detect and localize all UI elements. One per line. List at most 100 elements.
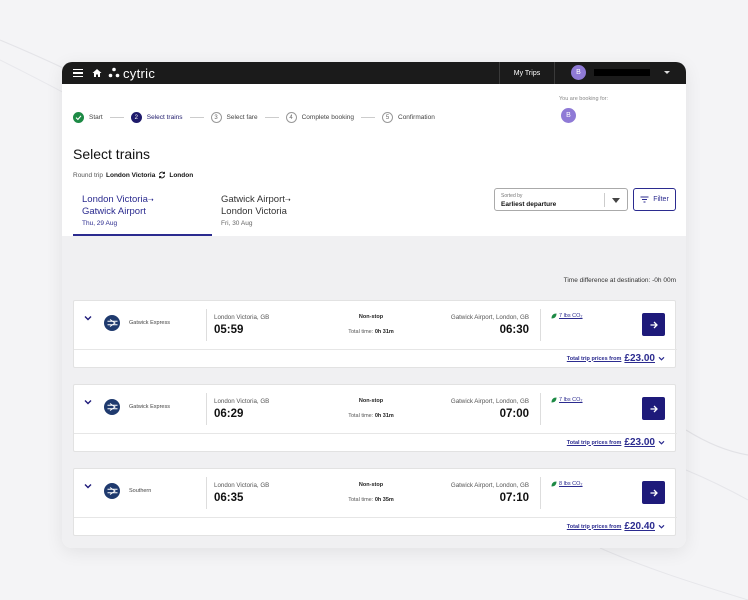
price-toggle[interactable]: Total trip prices from £20.40 [567, 521, 665, 532]
tab-date: Fri, 30 Aug [221, 220, 253, 227]
national-rail-logo-icon [104, 315, 120, 331]
arrival-time: 07:00 [499, 408, 529, 420]
step-number: 3 [210, 112, 222, 123]
arrow-right-icon [650, 321, 658, 328]
step-divider [264, 117, 279, 118]
chevron-down-icon [658, 440, 665, 445]
arrival-station: Gatwick Airport, London, GB [450, 314, 529, 321]
sort-label: Sorted by [501, 193, 523, 199]
divider [604, 193, 605, 207]
price: £23.00 [624, 353, 655, 364]
operator-name: Gatwick Express [129, 320, 170, 326]
step-start[interactable]: Start [73, 112, 103, 123]
co2-emissions[interactable]: 8 lbs CO₂ [551, 481, 583, 487]
step-select-trains[interactable]: 2 Select trains [130, 112, 183, 123]
co2-value: 8 lbs CO₂ [559, 481, 583, 487]
top-navigation-bar: cytric My Trips B [62, 62, 686, 84]
trip-destination: London [169, 171, 194, 179]
price: £23.00 [624, 437, 655, 448]
booking-stepper: Start 2 Select trains 3 Select fare 4 Co… [73, 112, 435, 123]
avatar: B [571, 65, 586, 80]
tab-return[interactable]: Gatwick Airport➝ London Victoria Fri, 30… [221, 194, 291, 229]
step-number: 4 [285, 112, 297, 123]
divider [206, 393, 207, 425]
co2-emissions[interactable]: 7 lbs CO₂ [551, 397, 583, 403]
leaf-icon [551, 397, 557, 403]
price: £20.40 [624, 521, 655, 532]
expand-chevron-icon[interactable] [84, 314, 92, 322]
train-summary: Gatwick Express London Victoria, GB 06:2… [74, 385, 677, 434]
train-result-card: Gatwick Express London Victoria, GB 06:2… [73, 384, 677, 452]
national-rail-logo-icon [104, 483, 120, 499]
booking-for-label: You are booking for: [559, 96, 609, 102]
round-trip-icon [159, 171, 166, 179]
arrow-right-icon: ➝ [284, 197, 291, 204]
sort-value: Earliest departure [501, 201, 557, 208]
total-time-label: Total time: [348, 329, 374, 335]
my-trips-link[interactable]: My Trips [499, 62, 555, 84]
tab-outbound[interactable]: London Victoria➝ Gatwick Airport Thu, 29… [82, 194, 154, 229]
tab-date: Thu, 29 Aug [82, 220, 118, 227]
step-divider [109, 117, 124, 118]
filter-button[interactable]: Filter [633, 188, 676, 211]
price-toggle[interactable]: Total trip prices from £23.00 [567, 437, 665, 448]
departure-station: London Victoria, GB [214, 482, 270, 489]
total-time: Total time: 0h 35m [336, 497, 406, 503]
arrival-time: 07:10 [499, 492, 529, 504]
user-menu[interactable]: B [571, 65, 670, 80]
select-train-button[interactable] [642, 313, 665, 336]
step-confirmation[interactable]: 5 Confirmation [382, 112, 435, 123]
duration: 0h 35m [374, 497, 394, 503]
divider [206, 477, 207, 509]
select-train-button[interactable] [642, 481, 665, 504]
tab-to: Gatwick Airport [82, 206, 146, 217]
co2-value: 7 lbs CO₂ [559, 397, 583, 403]
operator-name: Southern [129, 488, 152, 494]
step-label: Complete booking [301, 114, 354, 121]
arrow-right-icon [650, 489, 658, 496]
sort-dropdown[interactable]: Sorted by Earliest departure [494, 188, 628, 211]
chevron-down-icon [664, 71, 670, 74]
divider [540, 309, 541, 341]
select-train-button[interactable] [642, 397, 665, 420]
co2-emissions[interactable]: 7 lbs CO₂ [551, 313, 583, 319]
step-label: Confirmation [398, 114, 435, 121]
page-title: Select trains [73, 146, 151, 162]
leaf-icon [551, 481, 557, 487]
filter-label: Filter [653, 196, 669, 203]
arrival-station: Gatwick Airport, London, GB [450, 482, 529, 489]
expand-chevron-icon[interactable] [84, 398, 92, 406]
results-panel: Time difference at destination: -0h 00m … [62, 236, 686, 548]
stops: Non-stop [358, 314, 384, 320]
train-summary: Gatwick Express London Victoria, GB 05:5… [74, 301, 677, 350]
leaf-icon [551, 313, 557, 319]
price-toggle[interactable]: Total trip prices from £23.00 [567, 353, 665, 364]
operator-name: Gatwick Express [129, 404, 170, 410]
time-difference: Time difference at destination: -0h 00m [563, 277, 676, 284]
expand-chevron-icon[interactable] [84, 482, 92, 490]
filter-icon [640, 196, 649, 203]
stops: Non-stop [358, 482, 384, 488]
total-time-label: Total time: [348, 497, 374, 503]
total-time-label: Total time: [348, 413, 374, 419]
logo-icon [108, 67, 120, 78]
trip-origin: London Victoria [106, 171, 156, 179]
departure-time: 06:35 [214, 492, 244, 504]
price-label: Total trip prices from [566, 439, 622, 446]
step-select-fare[interactable]: 3 Select fare [210, 112, 258, 123]
arrival-station: Gatwick Airport, London, GB [450, 398, 529, 405]
trip-summary: Round trip London Victoria London [73, 171, 193, 179]
stops: Non-stop [358, 398, 384, 404]
total-time: Total time: 0h 31m [336, 413, 406, 419]
brand-logo[interactable]: cytric [108, 66, 155, 81]
chevron-down-icon [612, 198, 620, 203]
divider [206, 309, 207, 341]
home-icon[interactable] [92, 68, 102, 78]
departure-time: 05:59 [214, 324, 244, 336]
step-complete-booking[interactable]: 4 Complete booking [285, 112, 354, 123]
arrow-right-icon: ➝ [147, 197, 154, 204]
traveler-avatar[interactable]: B [561, 108, 576, 123]
step-divider [189, 117, 204, 118]
menu-icon[interactable] [73, 68, 83, 78]
step-label: Select trains [146, 114, 183, 121]
